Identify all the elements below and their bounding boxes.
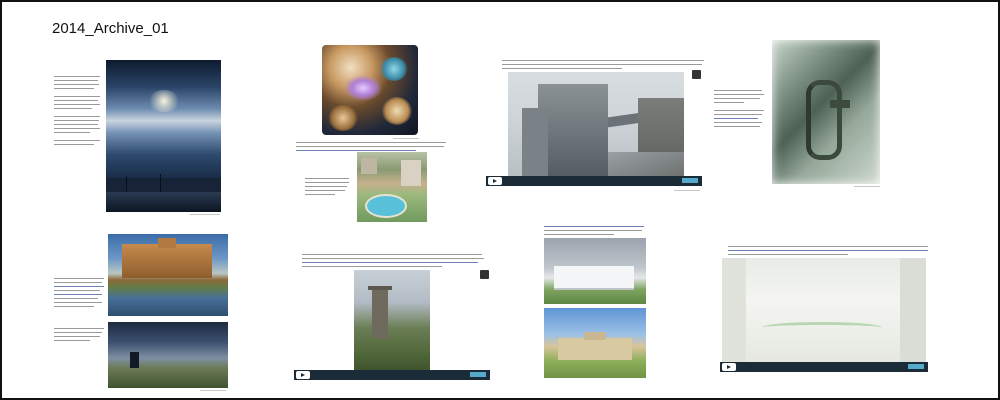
post-text-line: [54, 80, 98, 81]
video-hd-indicator[interactable]: [470, 372, 486, 377]
storm-sky-photo[interactable]: [106, 60, 221, 212]
post-text-line: [54, 128, 100, 129]
video-controls[interactable]: [486, 176, 702, 186]
post-text-line: [54, 336, 100, 337]
post-card-storm-sky[interactable]: [50, 58, 225, 220]
rusty-door-handle-photo[interactable]: [772, 40, 880, 184]
post-text-line: [302, 266, 442, 267]
post-text-line: [714, 90, 762, 91]
post-card-stately-home[interactable]: [50, 232, 230, 392]
post-text-line: [305, 182, 349, 183]
post-text-line: [305, 178, 349, 179]
photo-caption-line: [393, 138, 419, 139]
play-icon[interactable]: [296, 371, 310, 379]
video-controls[interactable]: [720, 362, 928, 372]
post-text-line: [54, 332, 102, 333]
post-text-line: [296, 142, 446, 143]
post-text-line: [54, 120, 99, 121]
post-text-line: [302, 258, 484, 259]
post-text-line: [54, 340, 90, 341]
post-text-line: [544, 234, 614, 235]
post-text-line: [54, 88, 94, 89]
play-icon[interactable]: [722, 363, 736, 371]
post-text-line: [54, 290, 100, 291]
pool-resort-photo[interactable]: [357, 152, 427, 222]
post-text-line: [714, 114, 762, 115]
post-text-line: [714, 126, 760, 127]
post-text-line: [54, 84, 99, 85]
post-link-line[interactable]: [714, 118, 758, 119]
video-caption-line: [674, 190, 700, 191]
post-text-line: [714, 110, 764, 111]
post-text-line: [54, 328, 104, 329]
post-text-line: [54, 302, 102, 303]
post-link-line[interactable]: [544, 226, 644, 227]
hilltop-tower-photo[interactable]: [108, 322, 228, 388]
post-text-line: [714, 94, 764, 95]
industrial-building-video[interactable]: [508, 72, 684, 180]
castle-tower-video[interactable]: [354, 270, 430, 376]
post-text-line: [54, 108, 92, 109]
post-text-line: [54, 144, 94, 145]
post-text-line: [54, 96, 100, 97]
post-text-line: [54, 104, 100, 105]
photo-caption-line: [200, 390, 226, 391]
post-card-white-room-video[interactable]: ​: [720, 244, 940, 376]
post-text-line: [305, 194, 335, 195]
post-text-line: [714, 122, 762, 123]
post-text-line: [302, 254, 482, 255]
classical-mansion-photo[interactable]: [544, 308, 646, 378]
post-link-line[interactable]: [54, 294, 102, 295]
video-hd-indicator[interactable]: [908, 364, 924, 369]
photo-caption-line: [190, 214, 220, 215]
post-text-line: [728, 246, 928, 247]
post-link-line[interactable]: [728, 250, 928, 251]
share-icon[interactable]: [480, 270, 489, 279]
post-text-line: [54, 140, 100, 141]
post-text-line: [728, 254, 848, 255]
post-text-line: [305, 186, 347, 187]
post-card-spools[interactable]: [293, 42, 448, 222]
post-text-line: [54, 298, 98, 299]
post-text-line: [54, 124, 98, 125]
post-card-buildings[interactable]: [540, 224, 650, 380]
post-text-line: [502, 68, 622, 69]
post-text-line: [714, 98, 760, 99]
post-text-line: [54, 282, 102, 283]
post-card-castle-video[interactable]: [292, 252, 492, 384]
post-link-line[interactable]: [296, 150, 416, 151]
post-link-line[interactable]: [302, 262, 478, 263]
modern-building-photo[interactable]: [544, 238, 646, 304]
post-card-industrial-video[interactable]: [486, 58, 708, 193]
post-text-line: [54, 132, 90, 133]
post-text-line: [54, 116, 100, 117]
post-link-line[interactable]: [54, 286, 104, 287]
post-text-line: [54, 100, 98, 101]
share-icon[interactable]: [692, 70, 701, 79]
post-text-line: [714, 102, 744, 103]
post-text-line: [54, 76, 100, 77]
post-text-line: [502, 60, 704, 61]
post-text-line: [544, 230, 642, 231]
post-text-line: [54, 278, 104, 279]
post-text-line: [502, 64, 702, 65]
play-icon[interactable]: [488, 177, 502, 185]
page-title: 2014_Archive_01: [52, 20, 169, 37]
post-text-line: [305, 190, 345, 191]
post-text-line: [296, 146, 444, 147]
stately-home-photo[interactable]: [108, 234, 228, 316]
video-controls[interactable]: [294, 370, 490, 380]
post-text-line: [54, 306, 94, 307]
thread-spools-photo[interactable]: [322, 45, 418, 135]
white-room-video[interactable]: ​: [722, 258, 926, 370]
photo-caption-line: [854, 186, 880, 187]
video-hd-indicator[interactable]: [682, 178, 698, 183]
post-card-door-handle[interactable]: [714, 40, 884, 190]
